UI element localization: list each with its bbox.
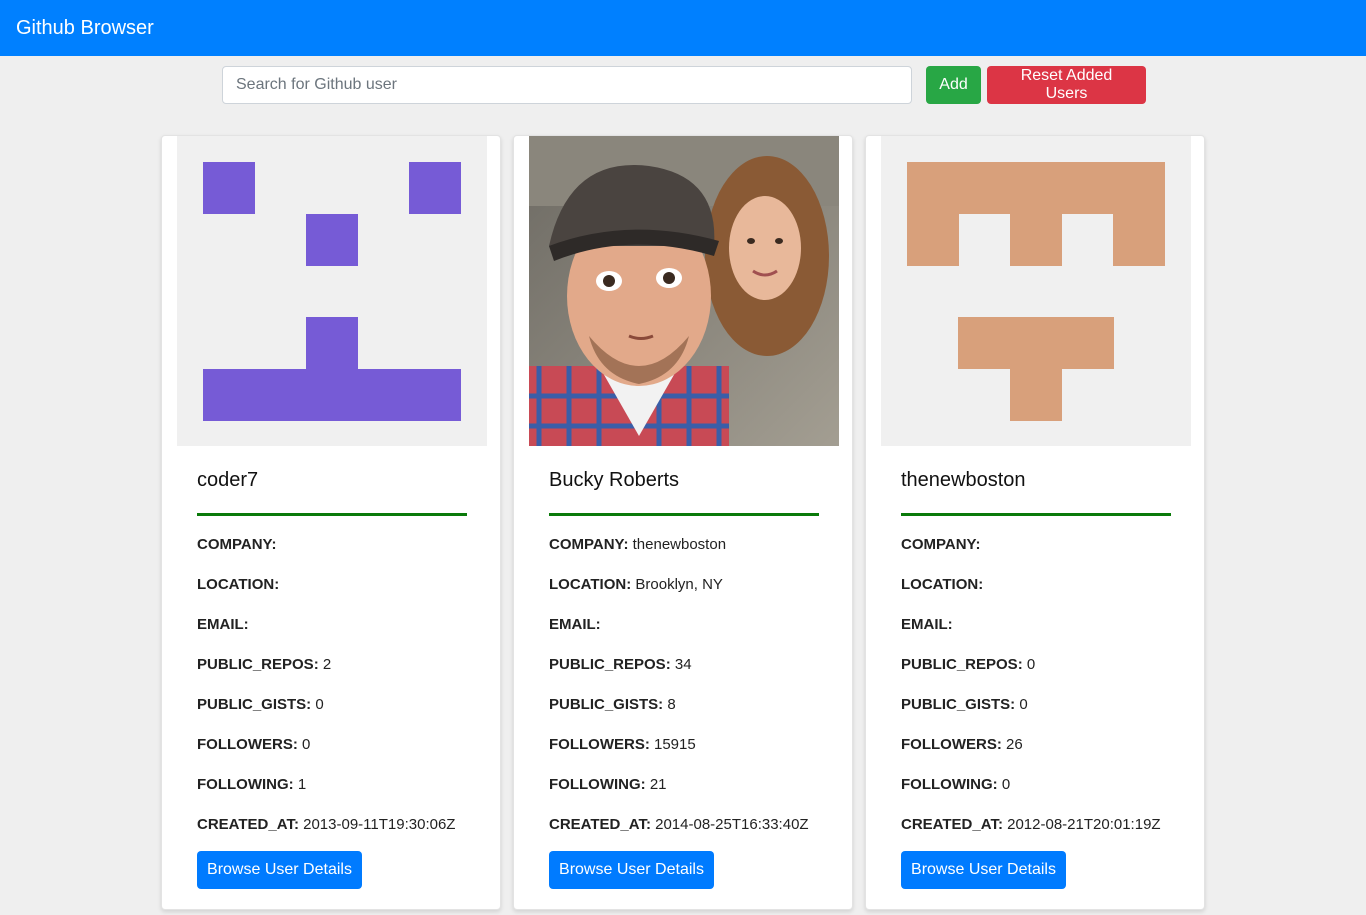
company-field: COMPANY: thenewboston	[549, 536, 727, 553]
navbar: Github Browser	[0, 0, 1366, 56]
followers-field: FOLLOWERS: 15915	[549, 736, 696, 753]
identicon-tan-avatar	[881, 136, 1191, 446]
following-field: FOLLOWING: 0	[901, 776, 1011, 793]
search-bar: Add Reset Added Users	[222, 66, 1146, 104]
add-button[interactable]: Add	[926, 66, 981, 104]
public-repos-field: PUBLIC_REPOS: 0	[901, 656, 1036, 673]
identicon-icon	[881, 136, 1191, 446]
following-field: FOLLOWING: 21	[549, 776, 667, 793]
photo-avatar	[529, 136, 839, 446]
user-card: Bucky Roberts COMPANY: thenewboston LOCA…	[513, 135, 853, 910]
identicon-purple-avatar	[177, 136, 487, 446]
identicon-icon	[177, 136, 487, 446]
location-field: LOCATION:	[901, 576, 984, 593]
user-card: thenewboston COMPANY: LOCATION: EMAIL: P…	[865, 135, 1205, 910]
browse-user-details-button[interactable]: Browse User Details	[901, 851, 1066, 889]
card-body: thenewboston COMPANY: LOCATION: EMAIL: P…	[901, 466, 1171, 836]
public-gists-field: PUBLIC_GISTS: 0	[197, 696, 324, 713]
email-field: EMAIL:	[901, 616, 953, 633]
email-field: EMAIL:	[197, 616, 249, 633]
company-field: COMPANY:	[901, 536, 981, 553]
user-photo-icon	[529, 136, 839, 446]
card-body: coder7 COMPANY: LOCATION: EMAIL: PUBLIC_…	[197, 466, 467, 836]
divider	[901, 513, 1171, 516]
following-field: FOLLOWING: 1	[197, 776, 307, 793]
public-gists-field: PUBLIC_GISTS: 0	[901, 696, 1028, 713]
public-repos-field: PUBLIC_REPOS: 2	[197, 656, 332, 673]
browse-user-details-button[interactable]: Browse User Details	[197, 851, 362, 889]
card-body: Bucky Roberts COMPANY: thenewboston LOCA…	[549, 466, 819, 836]
user-card: coder7 COMPANY: LOCATION: EMAIL: PUBLIC_…	[161, 135, 501, 910]
divider	[549, 513, 819, 516]
location-field: LOCATION:	[197, 576, 280, 593]
created-at-field: CREATED_AT: 2013-09-11T19:30:06Z	[197, 816, 456, 833]
user-name: thenewboston	[901, 469, 1026, 491]
reset-added-users-button[interactable]: Reset Added Users	[987, 66, 1146, 104]
email-field: EMAIL:	[549, 616, 601, 633]
followers-field: FOLLOWERS: 26	[901, 736, 1023, 753]
followers-field: FOLLOWERS: 0	[197, 736, 311, 753]
location-field: LOCATION: Brooklyn, NY	[549, 576, 723, 593]
search-input[interactable]	[222, 66, 912, 104]
created-at-field: CREATED_AT: 2014-08-25T16:33:40Z	[549, 816, 809, 833]
user-name: coder7	[197, 469, 259, 491]
app-title[interactable]: Github Browser	[16, 17, 154, 40]
public-repos-field: PUBLIC_REPOS: 34	[549, 656, 692, 673]
divider	[197, 513, 467, 516]
user-name: Bucky Roberts	[549, 469, 680, 491]
company-field: COMPANY:	[197, 536, 277, 553]
browse-user-details-button[interactable]: Browse User Details	[549, 851, 714, 889]
created-at-field: CREATED_AT: 2012-08-21T20:01:19Z	[901, 816, 1161, 833]
user-cards: coder7 COMPANY: LOCATION: EMAIL: PUBLIC_…	[161, 135, 1205, 910]
public-gists-field: PUBLIC_GISTS: 8	[549, 696, 676, 713]
